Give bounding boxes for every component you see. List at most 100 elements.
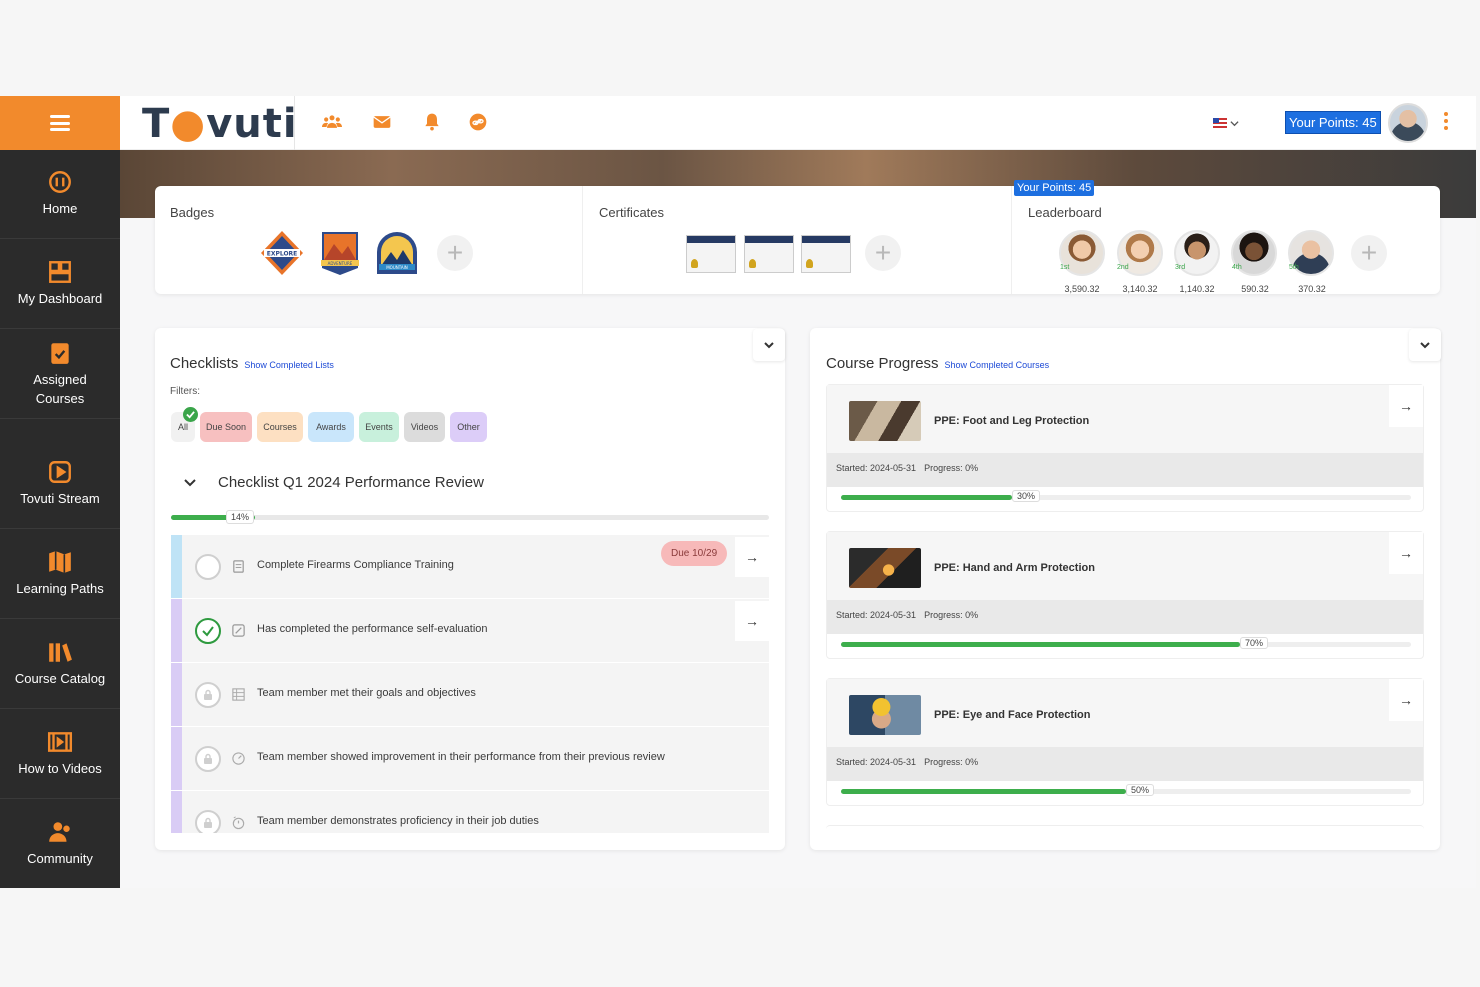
arrow-right-icon[interactable]: → [1389,385,1423,427]
language-selector[interactable] [1213,116,1243,130]
sidebar: Home My Dashboard Assigned Courses Tovut… [0,96,120,888]
play-icon [49,461,71,484]
clock-icon [232,816,245,830]
badge-text: MOUNTAIN [386,265,408,270]
filter-chip-videos[interactable]: Videos [404,412,445,442]
check-icon [183,407,198,422]
task-row[interactable]: Team member demonstrates proficiency in … [171,791,769,834]
course-meta: Started: 2024-05-31 Progress: 0% [827,747,1423,781]
explore-badge-icon[interactable]: EXPLORE [260,230,304,276]
hamburger-icon [50,115,70,131]
sidebar-item-home[interactable]: Home [0,150,120,239]
task-label: Team member met their goals and objectiv… [257,687,476,699]
task-locked [195,810,221,833]
chip-label: Due Soon [205,422,247,432]
task-stripe [171,791,182,833]
course-item[interactable]: PPE: Eye and Face Protection → Started: … [826,678,1424,806]
score-label: 370.32 [1298,284,1326,294]
course-meta: Started: 2024-05-31 Progress: 0% [827,600,1423,634]
checklists-header: Checklists Show Completed Lists [170,355,334,372]
score-label: 1,140.32 [1179,284,1215,294]
sidebar-label: Tovuti Stream [20,491,100,507]
course-item[interactable]: PPE: Foot and Leg Protection → Started: … [826,384,1424,512]
sidebar-item-my-dashboard[interactable]: My Dashboard [0,240,120,329]
lock-icon [204,753,212,764]
sidebar-label: Home [42,201,78,217]
rank-label: 3rd [1175,264,1186,271]
people-icon[interactable] [320,110,344,134]
sidebar-item-course-catalog[interactable]: Course Catalog [0,620,120,709]
task-row[interactable]: Complete Firearms Compliance Training Du… [171,535,769,599]
sidebar-item-learning-paths[interactable]: Learning Paths [0,530,120,619]
filter-chip-awards[interactable]: Awards [308,412,354,442]
points-badge[interactable]: Your Points: 45 [1285,111,1381,134]
users-icon [49,822,70,842]
sidebar-item-how-to-videos[interactable]: How to Videos [0,710,120,799]
task-checkbox[interactable] [195,554,221,580]
task-row[interactable]: Team member showed improvement in their … [171,727,769,791]
mountain-badge-icon[interactable]: MOUNTAIN [375,230,419,276]
checklists-title: Checklists [170,355,239,372]
user-avatar[interactable] [1388,103,1428,143]
course-progress-label: 50% [1126,784,1155,796]
tovuti-logo[interactable]: T●vuti [142,101,298,147]
sidebar-item-assigned-courses[interactable]: Assigned Courses [0,330,120,419]
course-progress-label: 70% [1240,637,1269,649]
arrow-right-icon[interactable]: → [735,537,769,577]
progress-text: Progress: 0% [924,757,979,767]
show-completed-lists-link[interactable]: Show Completed Lists [244,360,334,370]
certificate-thumbnail[interactable] [744,235,794,273]
dashboard-icon [49,261,71,284]
rank-label: 5th [1289,264,1299,271]
show-completed-courses-link[interactable]: Show Completed Courses [945,360,1050,370]
adventure-badge-icon[interactable]: ADVENTURE [318,230,362,276]
leaderboard-title: Leaderboard [1028,205,1102,220]
certificates-title: Certificates [599,205,665,220]
lock-icon [204,817,212,828]
chevron-down-icon[interactable] [183,477,197,489]
certificate-thumbnail[interactable] [686,235,736,273]
link-icon[interactable] [466,110,490,134]
task-label: Has completed the performance self-evalu… [257,623,488,635]
chevron-down-icon [1230,120,1239,126]
add-leaderboard-button[interactable]: + [1351,235,1387,271]
course-progress-collapse-button[interactable] [1409,329,1441,361]
due-badge: Due 10/29 [661,541,728,566]
lock-icon [204,689,212,700]
chip-label: Awards [316,422,346,432]
more-options-icon[interactable] [1444,112,1448,130]
filter-chip-other[interactable]: Other [450,412,487,442]
certificate-thumbnail[interactable] [801,235,851,273]
logo-o-icon: ● [170,101,207,147]
filter-chip-events[interactable]: Events [359,412,399,442]
course-progress-fill [841,789,1126,794]
checklists-collapse-button[interactable] [753,329,785,361]
arrow-right-icon[interactable]: → [735,601,769,641]
divider [582,186,583,294]
filter-chip-due-soon[interactable]: Due Soon [200,412,252,442]
sidebar-item-tovuti-stream[interactable]: Tovuti Stream [0,440,120,529]
progress-text: Progress: 0% [924,463,979,473]
logo-text: vuti [206,101,298,147]
checklist-title[interactable]: Checklist Q1 2024 Performance Review [218,474,484,491]
arrow-right-icon[interactable]: → [1389,532,1423,574]
filter-chip-courses[interactable]: Courses [257,412,303,442]
add-badge-button[interactable]: + [437,235,473,271]
task-row[interactable]: Has completed the performance self-evalu… [171,599,769,663]
task-checkbox-checked[interactable] [195,618,221,644]
chip-label: All [177,422,188,432]
course-progress-label: 30% [1012,490,1041,502]
course-name: PPE: Foot and Leg Protection [934,415,1090,427]
task-row[interactable]: Team member met their goals and objectiv… [171,663,769,727]
course-item[interactable]: PPE: Hand and Arm Protection → Started: … [826,531,1424,659]
hamburger-menu-button[interactable] [0,96,120,150]
summary-card: Badges EXPLORE ADVENTURE MOUNTAIN + Cert… [155,186,1440,294]
badges-title: Badges [170,205,215,220]
sidebar-item-community[interactable]: Community [0,800,120,888]
course-progress-header: Course Progress Show Completed Courses [826,355,1049,372]
clipboard-check-icon [51,342,69,364]
add-certificate-button[interactable]: + [865,235,901,271]
arrow-right-icon[interactable]: → [1389,679,1423,721]
bell-icon[interactable] [420,110,444,134]
mail-icon[interactable] [370,110,394,134]
